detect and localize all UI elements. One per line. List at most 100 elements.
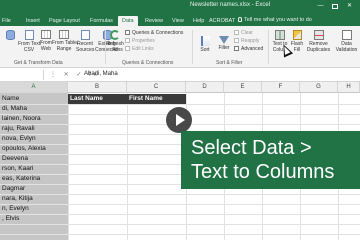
tab-acrobat[interactable]: ACROBAT: [209, 16, 235, 26]
recent-sources-button[interactable]: Recent Sources: [76, 30, 94, 53]
callout-line-1: Select Data >: [191, 137, 312, 159]
callout-line-2: Text to Columns: [191, 161, 335, 183]
queries-connections-label: Queries & Connections: [132, 30, 184, 36]
table-row[interactable]: lainen, Noora: [2, 114, 41, 124]
filter-icon: [219, 36, 229, 44]
properties-button[interactable]: Properties: [125, 38, 155, 44]
video-play-button[interactable]: [166, 107, 192, 133]
tab-review[interactable]: Review: [145, 16, 163, 26]
table-row[interactable]: raju, Ravali: [2, 124, 35, 134]
from-table-label-2: Range: [56, 46, 72, 52]
maximize-button[interactable]: [331, 3, 338, 10]
data-validation-icon: [341, 30, 352, 40]
column-header-a[interactable]: A: [0, 82, 68, 93]
recent-sources-label-2: Sources: [76, 47, 95, 53]
text-file-icon: [24, 30, 34, 40]
from-web-button[interactable]: From Web: [39, 30, 53, 52]
column-header-g[interactable]: G: [300, 82, 338, 93]
tab-help[interactable]: Help: [193, 16, 204, 26]
row-gridline: [0, 224, 360, 225]
table-row[interactable]: n, Evelyn: [2, 204, 29, 214]
advanced-button[interactable]: Advanced: [234, 46, 263, 52]
database-icon: [5, 30, 15, 40]
refresh-all-button[interactable]: Refresh All: [106, 30, 124, 53]
reapply-label: Reapply: [241, 38, 260, 44]
get-data-button[interactable]: [2, 30, 18, 41]
sort-button[interactable]: Sort: [197, 36, 213, 53]
filter-button[interactable]: Filter: [215, 36, 233, 51]
edit-links-icon: [125, 46, 130, 51]
from-text-csv-label-2: CSV: [23, 47, 35, 53]
formula-input[interactable]: Abadi, Maha: [84, 71, 118, 77]
minimize-button[interactable]: —: [317, 3, 324, 10]
remove-duplicates-icon: [313, 30, 324, 40]
table-row[interactable]: eas, Katerina: [2, 174, 40, 184]
table-row[interactable]: opoulos, Alexia: [2, 144, 46, 154]
table-row[interactable]: nova, Evlyn: [2, 134, 36, 144]
row-gridline: [0, 214, 360, 215]
column-gridline: [127, 93, 128, 240]
document-title: Newsletter names.xlsx - Excel: [190, 2, 271, 8]
refresh-icon: [110, 30, 120, 40]
text-to-columns-icon: [275, 30, 285, 40]
title-bar: Newsletter names.xlsx - Excel — ✕: [0, 0, 360, 14]
table-row[interactable]: Deevena: [2, 154, 28, 164]
table-row[interactable]: , Elvis: [2, 214, 19, 224]
close-button[interactable]: ✕: [346, 3, 353, 10]
edit-links-button[interactable]: Edit Links: [125, 46, 154, 52]
remove-duplicates-label-2: Duplicates: [306, 47, 331, 53]
tell-me-search[interactable]: Tell me what you want to do: [238, 17, 312, 24]
row-gridline: [0, 104, 360, 105]
data-validation-label-2: Validation: [335, 47, 358, 53]
reapply-button[interactable]: Reapply: [234, 38, 259, 44]
table-icon: [59, 30, 69, 39]
queries-icon: [125, 30, 130, 35]
clear-button[interactable]: Clear: [234, 30, 253, 36]
lightbulb-icon: [238, 17, 242, 22]
maximize-icon: [331, 4, 338, 9]
tab-page-layout[interactable]: Page Layout: [49, 16, 80, 26]
properties-label: Properties: [132, 38, 155, 44]
tell-me-label: Tell me what you want to do: [244, 17, 312, 23]
column-header-d[interactable]: D: [186, 82, 224, 93]
tab-file[interactable]: File: [2, 16, 11, 26]
remove-duplicates-button[interactable]: Remove Duplicates: [305, 30, 332, 53]
data-validation-button[interactable]: Data Validation: [333, 30, 360, 53]
clear-label: Clear: [241, 30, 253, 36]
advanced-label: Advanced: [241, 46, 264, 52]
table-row[interactable]: di, Maha: [2, 104, 27, 114]
ribbon-separator: [192, 30, 193, 64]
column-header-f[interactable]: F: [262, 82, 300, 93]
column-header-c[interactable]: C: [127, 82, 186, 93]
column-headers: A B C D E F G H: [0, 82, 360, 93]
tab-insert[interactable]: Insert: [26, 16, 40, 26]
row-gridline: [0, 204, 360, 205]
table-row[interactable]: nara, Kitija: [2, 194, 33, 204]
sort-icon: [200, 36, 210, 46]
column-header-b[interactable]: B: [68, 82, 127, 93]
row-gridline: [0, 194, 360, 195]
header-cell-name[interactable]: Name: [2, 94, 19, 104]
from-text-csv-button[interactable]: From Text/ CSV: [18, 30, 42, 53]
table-row[interactable]: rson, Kaari: [2, 164, 33, 174]
reapply-icon: [234, 38, 239, 43]
flash-fill-button[interactable]: Flash Fill: [290, 30, 304, 53]
row-gridline: [0, 234, 360, 235]
tab-view[interactable]: View: [172, 16, 184, 26]
queries-connections-button[interactable]: Queries & Connections: [125, 30, 183, 36]
ribbon-separator: [268, 30, 269, 64]
table-row[interactable]: Dagmar: [2, 184, 25, 194]
recent-sources-icon: [80, 30, 90, 40]
group-label-get-transform: Get & Transform Data: [14, 60, 63, 66]
from-table-range-button[interactable]: From Table/ Range: [52, 30, 78, 52]
header-cell-last-name[interactable]: Last Name: [70, 94, 103, 104]
column-gridline: [68, 93, 69, 240]
clear-icon: [234, 30, 239, 35]
column-header-h[interactable]: H: [338, 82, 360, 93]
name-box[interactable]: [0, 70, 44, 80]
tab-data[interactable]: Data: [118, 16, 138, 26]
tab-formulas[interactable]: Formulas: [90, 16, 113, 26]
column-header-e[interactable]: E: [224, 82, 262, 93]
advanced-filter-icon: [234, 46, 239, 51]
header-cell-first-name[interactable]: First Name: [129, 94, 163, 104]
